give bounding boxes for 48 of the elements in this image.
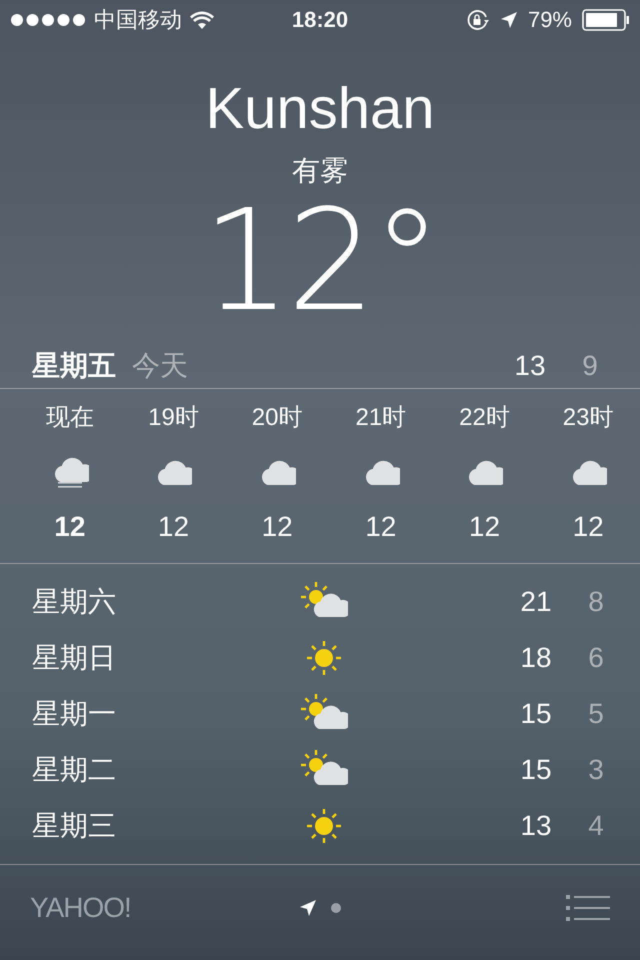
day-name: 星期五 xyxy=(32,349,116,383)
day-name: 星期一 xyxy=(32,697,117,731)
hour-label: 22时 xyxy=(459,403,510,433)
hour-label: 20时 xyxy=(252,403,302,433)
high-temperature: 21 xyxy=(519,586,553,618)
hour-temperature: 12 xyxy=(262,511,293,543)
hour-label: 19时 xyxy=(148,403,199,433)
signal-icon xyxy=(10,13,86,27)
day-name: 星期日 xyxy=(32,641,117,675)
low-temperature: 3 xyxy=(587,754,605,786)
rotation-lock-icon xyxy=(466,9,490,31)
low-temperature: 6 xyxy=(587,642,605,674)
battery-icon xyxy=(582,9,630,31)
location-arrow-icon[interactable] xyxy=(299,899,317,917)
high-temperature: 15 xyxy=(519,754,553,786)
hour-temperature: 12 xyxy=(158,511,190,543)
high-temperature: 15 xyxy=(519,698,553,730)
city-name: Kunshan xyxy=(204,80,436,138)
location-arrow-icon xyxy=(500,11,518,29)
high-temperature: 18 xyxy=(519,642,553,674)
high-temperature: 13 xyxy=(519,810,553,842)
sun-icon xyxy=(304,806,344,846)
current-temperature: 12° xyxy=(200,192,440,332)
low-temperature: 5 xyxy=(587,698,605,730)
day-name: 星期三 xyxy=(32,809,117,843)
weather-condition: 有雾 xyxy=(291,154,349,188)
low-temperature: 4 xyxy=(587,810,605,842)
day-name: 星期二 xyxy=(32,753,117,787)
hour-temperature: 12 xyxy=(54,511,86,543)
yahoo-logo[interactable]: YAHOO! xyxy=(30,892,320,924)
hour-label: 23时 xyxy=(562,403,614,433)
low-temperature: 8 xyxy=(587,586,605,618)
hour-label: 现在 xyxy=(46,403,94,433)
day-name: 星期六 xyxy=(32,585,117,619)
status-time: 18:20 xyxy=(292,7,348,33)
hour-label: 21时 xyxy=(355,403,406,433)
hour-temperature: 12 xyxy=(468,511,500,543)
high-temperature: 13 xyxy=(513,350,547,382)
sun-icon xyxy=(304,638,344,678)
carrier-name: 中国移动 xyxy=(94,6,182,34)
today-label: 今天 xyxy=(132,349,189,383)
page-dot[interactable] xyxy=(331,903,341,913)
battery-percent: 79% xyxy=(528,7,572,33)
hour-temperature: 12 xyxy=(365,511,396,543)
list-icon[interactable] xyxy=(566,895,610,921)
low-temperature: 9 xyxy=(581,350,599,382)
wifi-icon xyxy=(190,11,214,29)
hour-temperature: 12 xyxy=(572,511,604,543)
